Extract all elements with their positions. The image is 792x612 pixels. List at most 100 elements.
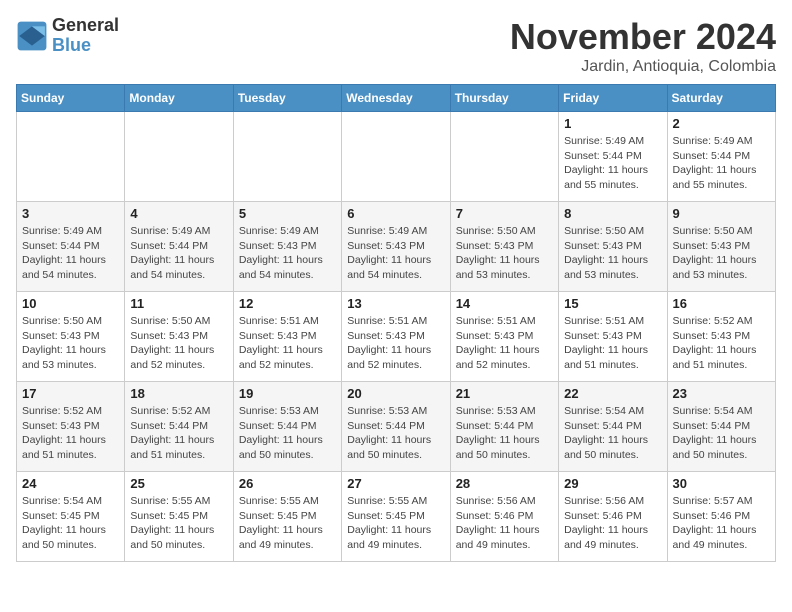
location-subtitle: Jardin, Antioquia, Colombia xyxy=(510,58,776,76)
logo-text: General Blue xyxy=(52,16,119,56)
day-info: Sunrise: 5:54 AM Sunset: 5:44 PM Dayligh… xyxy=(564,404,661,463)
day-info: Sunrise: 5:49 AM Sunset: 5:43 PM Dayligh… xyxy=(347,224,444,283)
calendar-cell xyxy=(17,112,125,202)
weekday-header-row: SundayMondayTuesdayWednesdayThursdayFrid… xyxy=(17,85,776,112)
calendar-cell: 21Sunrise: 5:53 AM Sunset: 5:44 PM Dayli… xyxy=(450,382,558,472)
day-number: 26 xyxy=(239,476,336,491)
weekday-header-wednesday: Wednesday xyxy=(342,85,450,112)
day-info: Sunrise: 5:55 AM Sunset: 5:45 PM Dayligh… xyxy=(130,494,227,553)
day-info: Sunrise: 5:51 AM Sunset: 5:43 PM Dayligh… xyxy=(239,314,336,373)
day-number: 19 xyxy=(239,386,336,401)
page-header: General Blue November 2024 Jardin, Antio… xyxy=(16,16,776,76)
day-number: 22 xyxy=(564,386,661,401)
day-info: Sunrise: 5:50 AM Sunset: 5:43 PM Dayligh… xyxy=(22,314,119,373)
day-number: 28 xyxy=(456,476,553,491)
day-number: 10 xyxy=(22,296,119,311)
day-number: 16 xyxy=(673,296,770,311)
calendar-cell: 29 Sunrise: 5:56 AM Sunset: 5:46 PM Dayli… xyxy=(559,472,667,562)
day-number: 13 xyxy=(347,296,444,311)
calendar-cell: 12Sunrise: 5:51 AM Sunset: 5:43 PM Dayli… xyxy=(233,292,341,382)
day-info: Sunrise: 5:51 AM Sunset: 5:43 PM Dayligh… xyxy=(347,314,444,373)
day-info: Sunrise: 5:54 AM Sunset: 5:45 PM Dayligh… xyxy=(22,494,119,553)
calendar-cell: 14 Sunrise: 5:51 AM Sunset: 5:43 PM Dayli… xyxy=(450,292,558,382)
calendar-cell: 28 Sunrise: 5:56 AM Sunset: 5:46 PM Dayli… xyxy=(450,472,558,562)
logo-icon xyxy=(16,20,48,52)
day-info: Sunrise: 5:50 AM Sunset: 5:43 PM Dayligh… xyxy=(456,224,553,283)
calendar-cell: 27Sunrise: 5:55 AM Sunset: 5:45 PM Dayli… xyxy=(342,472,450,562)
day-info: Sunrise: 5:54 AM Sunset: 5:44 PM Dayligh… xyxy=(673,404,770,463)
logo: General Blue xyxy=(16,16,119,56)
calendar-cell: 3 Sunrise: 5:49 AM Sunset: 5:44 PM Daylig… xyxy=(17,202,125,292)
day-info: Sunrise: 5:49 AM Sunset: 5:44 PM Dayligh… xyxy=(22,224,119,283)
day-number: 23 xyxy=(673,386,770,401)
day-number: 7 xyxy=(456,206,553,221)
day-number: 3 xyxy=(22,206,119,221)
calendar-cell xyxy=(342,112,450,202)
day-info: Sunrise: 5:57 AM Sunset: 5:46 PM Dayligh… xyxy=(673,494,770,553)
day-number: 9 xyxy=(673,206,770,221)
calendar-cell: 8Sunrise: 5:50 AM Sunset: 5:43 PM Daylig… xyxy=(559,202,667,292)
weekday-header-saturday: Saturday xyxy=(667,85,775,112)
day-info: Sunrise: 5:53 AM Sunset: 5:44 PM Dayligh… xyxy=(239,404,336,463)
day-info: Sunrise: 5:53 AM Sunset: 5:44 PM Dayligh… xyxy=(347,404,444,463)
title-block: November 2024 Jardin, Antioquia, Colombi… xyxy=(510,16,776,76)
calendar-cell: 2 Sunrise: 5:49 AM Sunset: 5:44 PM Daylig… xyxy=(667,112,775,202)
calendar-header: SundayMondayTuesdayWednesdayThursdayFrid… xyxy=(17,85,776,112)
day-info: Sunrise: 5:52 AM Sunset: 5:43 PM Dayligh… xyxy=(673,314,770,373)
month-title: November 2024 xyxy=(510,16,776,58)
calendar-cell: 17Sunrise: 5:52 AM Sunset: 5:43 PM Dayli… xyxy=(17,382,125,472)
calendar-cell: 23 Sunrise: 5:54 AM Sunset: 5:44 PM Dayli… xyxy=(667,382,775,472)
day-number: 29 xyxy=(564,476,661,491)
calendar-cell xyxy=(233,112,341,202)
day-info: Sunrise: 5:55 AM Sunset: 5:45 PM Dayligh… xyxy=(347,494,444,553)
day-number: 4 xyxy=(130,206,227,221)
day-number: 11 xyxy=(130,296,227,311)
calendar-week-4: 17Sunrise: 5:52 AM Sunset: 5:43 PM Dayli… xyxy=(17,382,776,472)
day-info: Sunrise: 5:49 AM Sunset: 5:43 PM Dayligh… xyxy=(239,224,336,283)
day-info: Sunrise: 5:50 AM Sunset: 5:43 PM Dayligh… xyxy=(564,224,661,283)
calendar-cell: 19 Sunrise: 5:53 AM Sunset: 5:44 PM Dayli… xyxy=(233,382,341,472)
weekday-header-sunday: Sunday xyxy=(17,85,125,112)
day-info: Sunrise: 5:49 AM Sunset: 5:44 PM Dayligh… xyxy=(130,224,227,283)
day-info: Sunrise: 5:51 AM Sunset: 5:43 PM Dayligh… xyxy=(456,314,553,373)
day-number: 18 xyxy=(130,386,227,401)
calendar-cell: 9Sunrise: 5:50 AM Sunset: 5:43 PM Daylig… xyxy=(667,202,775,292)
calendar-cell xyxy=(450,112,558,202)
day-info: Sunrise: 5:56 AM Sunset: 5:46 PM Dayligh… xyxy=(456,494,553,553)
day-number: 2 xyxy=(673,116,770,131)
calendar-week-2: 3 Sunrise: 5:49 AM Sunset: 5:44 PM Daylig… xyxy=(17,202,776,292)
calendar-body: 1 Sunrise: 5:49 AM Sunset: 5:44 PM Daylig… xyxy=(17,112,776,562)
day-number: 20 xyxy=(347,386,444,401)
day-number: 6 xyxy=(347,206,444,221)
calendar-cell xyxy=(125,112,233,202)
weekday-header-monday: Monday xyxy=(125,85,233,112)
day-number: 14 xyxy=(456,296,553,311)
day-info: Sunrise: 5:49 AM Sunset: 5:44 PM Dayligh… xyxy=(564,134,661,193)
day-info: Sunrise: 5:49 AM Sunset: 5:44 PM Dayligh… xyxy=(673,134,770,193)
weekday-header-tuesday: Tuesday xyxy=(233,85,341,112)
calendar-cell: 10 Sunrise: 5:50 AM Sunset: 5:43 PM Dayli… xyxy=(17,292,125,382)
calendar-cell: 24 Sunrise: 5:54 AM Sunset: 5:45 PM Dayli… xyxy=(17,472,125,562)
calendar-cell: 20 Sunrise: 5:53 AM Sunset: 5:44 PM Dayli… xyxy=(342,382,450,472)
day-info: Sunrise: 5:55 AM Sunset: 5:45 PM Dayligh… xyxy=(239,494,336,553)
calendar-cell: 15Sunrise: 5:51 AM Sunset: 5:43 PM Dayli… xyxy=(559,292,667,382)
calendar-cell: 13 Sunrise: 5:51 AM Sunset: 5:43 PM Dayli… xyxy=(342,292,450,382)
day-number: 15 xyxy=(564,296,661,311)
calendar-cell: 4 Sunrise: 5:49 AM Sunset: 5:44 PM Daylig… xyxy=(125,202,233,292)
calendar-week-5: 24 Sunrise: 5:54 AM Sunset: 5:45 PM Dayli… xyxy=(17,472,776,562)
weekday-header-thursday: Thursday xyxy=(450,85,558,112)
day-info: Sunrise: 5:52 AM Sunset: 5:44 PM Dayligh… xyxy=(130,404,227,463)
calendar-cell: 1 Sunrise: 5:49 AM Sunset: 5:44 PM Daylig… xyxy=(559,112,667,202)
calendar-cell: 6 Sunrise: 5:49 AM Sunset: 5:43 PM Daylig… xyxy=(342,202,450,292)
day-number: 24 xyxy=(22,476,119,491)
day-info: Sunrise: 5:56 AM Sunset: 5:46 PM Dayligh… xyxy=(564,494,661,553)
calendar-week-3: 10 Sunrise: 5:50 AM Sunset: 5:43 PM Dayli… xyxy=(17,292,776,382)
day-number: 30 xyxy=(673,476,770,491)
calendar-table: SundayMondayTuesdayWednesdayThursdayFrid… xyxy=(16,84,776,562)
calendar-cell: 26 Sunrise: 5:55 AM Sunset: 5:45 PM Dayli… xyxy=(233,472,341,562)
day-number: 1 xyxy=(564,116,661,131)
calendar-cell: 25Sunrise: 5:55 AM Sunset: 5:45 PM Dayli… xyxy=(125,472,233,562)
calendar-cell: 18 Sunrise: 5:52 AM Sunset: 5:44 PM Dayli… xyxy=(125,382,233,472)
calendar-cell: 16 Sunrise: 5:52 AM Sunset: 5:43 PM Dayli… xyxy=(667,292,775,382)
day-info: Sunrise: 5:50 AM Sunset: 5:43 PM Dayligh… xyxy=(130,314,227,373)
